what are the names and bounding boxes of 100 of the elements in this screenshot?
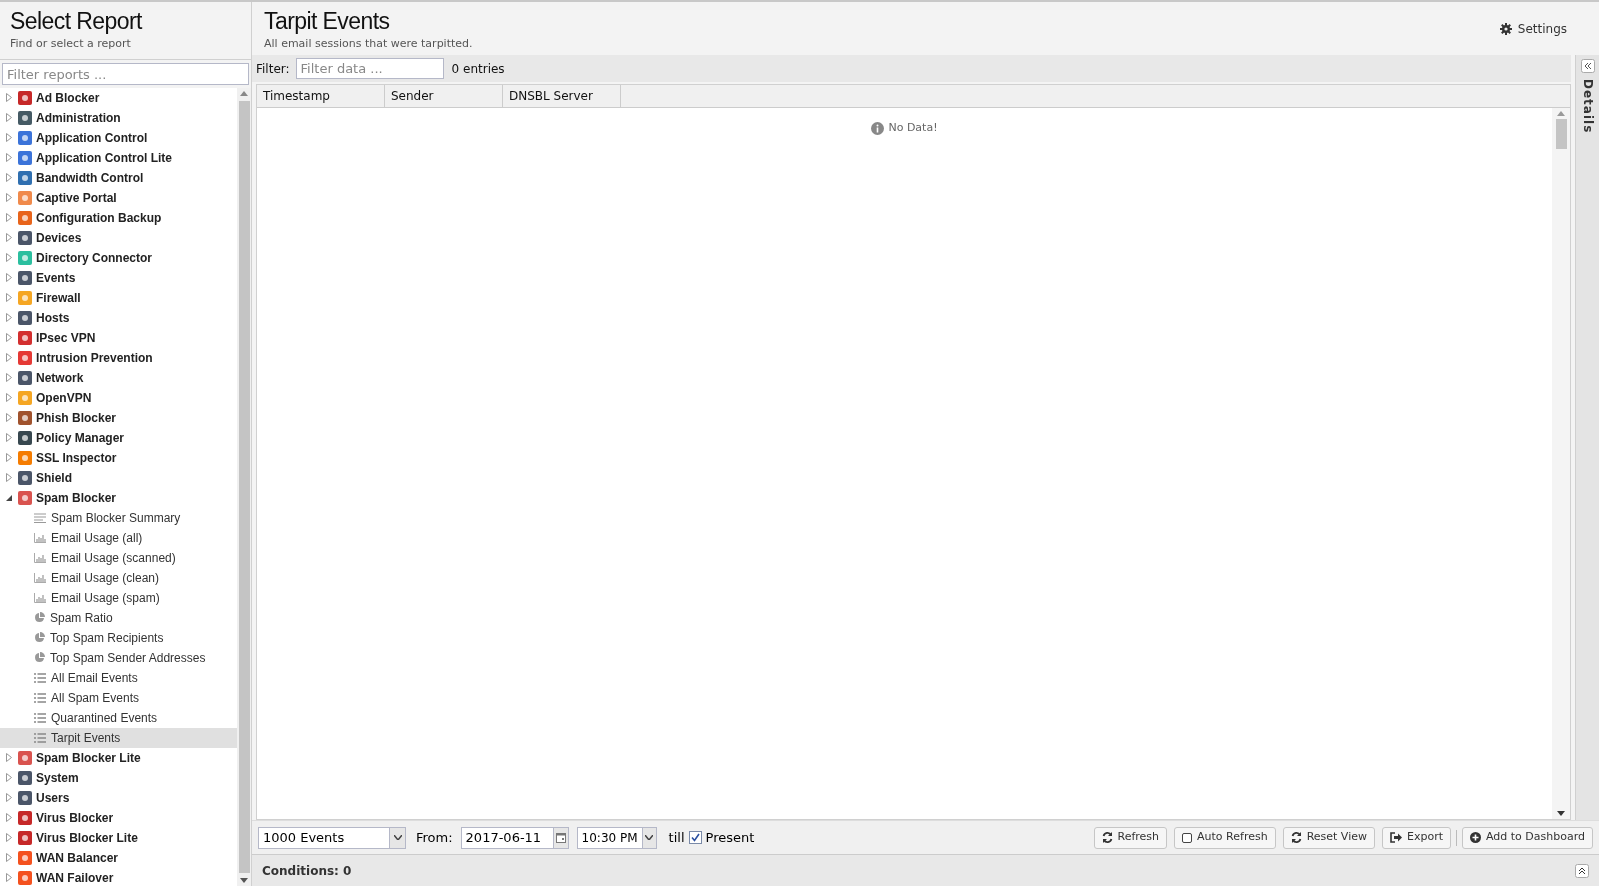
report-category[interactable]: Application Control Lite	[0, 147, 237, 168]
report-category[interactable]: Ad Blocker	[0, 87, 237, 108]
collapsed-caret-icon[interactable]	[6, 353, 12, 362]
collapsed-caret-icon[interactable]	[6, 273, 12, 282]
report-category[interactable]: Bandwidth Control	[0, 167, 237, 188]
collapsed-caret-icon[interactable]	[6, 133, 12, 142]
report-item[interactable]: All Spam Events	[0, 687, 237, 708]
scrollbar[interactable]	[237, 87, 251, 886]
report-category[interactable]: Directory Connector	[0, 247, 237, 268]
report-category[interactable]: Configuration Backup	[0, 207, 237, 228]
expand-icon[interactable]	[1575, 863, 1589, 878]
report-category[interactable]: Devices	[0, 227, 237, 248]
report-item[interactable]: Top Spam Recipients	[0, 627, 237, 648]
scroll-thumb[interactable]	[238, 100, 250, 873]
column-header[interactable]: DNSBL Server	[503, 85, 621, 107]
collapsed-caret-icon[interactable]	[6, 253, 12, 262]
toolbar-button[interactable]: Auto Refresh	[1174, 826, 1276, 849]
collapsed-caret-icon[interactable]	[6, 173, 12, 182]
collapsed-caret-icon[interactable]	[6, 213, 12, 222]
collapsed-caret-icon[interactable]	[6, 753, 12, 762]
collapsed-caret-icon[interactable]	[6, 193, 12, 202]
report-category[interactable]: System	[0, 767, 237, 788]
scroll-down-icon[interactable]	[1557, 811, 1565, 816]
report-item[interactable]: Quarantined Events	[0, 707, 237, 728]
filter-reports-field[interactable]: Filter reports ...	[2, 63, 249, 85]
report-category[interactable]: Users	[0, 787, 237, 808]
report-category[interactable]: Intrusion Prevention	[0, 347, 237, 368]
collapsed-caret-icon[interactable]	[6, 773, 12, 782]
report-item[interactable]: Spam Ratio	[0, 607, 237, 628]
report-item[interactable]: Top Spam Sender Addresses	[0, 647, 237, 668]
collapsed-caret-icon[interactable]	[6, 293, 12, 302]
column-header[interactable]: Timestamp	[257, 85, 385, 107]
collapsed-caret-icon[interactable]	[6, 393, 12, 402]
event-limit-dropdown[interactable]: 1000 Events	[258, 826, 406, 849]
report-category[interactable]: Application Control	[0, 127, 237, 148]
collapsed-caret-icon[interactable]	[6, 153, 12, 162]
report-category[interactable]: WAN Balancer	[0, 847, 237, 868]
time-dropdown[interactable]: 10:30 PM	[576, 826, 657, 849]
report-category[interactable]: Hosts	[0, 307, 237, 328]
report-item[interactable]: Email Usage (clean)	[0, 567, 237, 588]
toolbar-button[interactable]: Export	[1381, 826, 1451, 849]
report-category[interactable]: SSL Inspector	[0, 447, 237, 468]
report-item[interactable]: Email Usage (scanned)	[0, 547, 237, 568]
collapsed-caret-icon[interactable]	[6, 93, 12, 102]
collapsed-caret-icon[interactable]	[6, 833, 12, 842]
report-category[interactable]: Virus Blocker	[0, 807, 237, 828]
toolbar-button[interactable]: Reset View	[1282, 826, 1375, 849]
scroll-up-icon[interactable]	[1557, 111, 1565, 116]
collapsed-caret-icon[interactable]	[6, 873, 12, 882]
scroll-down-icon[interactable]	[240, 878, 248, 883]
column-header[interactable]: Sender	[385, 85, 503, 107]
report-category[interactable]: Phish Blocker	[0, 407, 237, 428]
report-category[interactable]: Administration	[0, 107, 237, 128]
report-category[interactable]: Spam Blocker	[0, 487, 237, 508]
scroll-up-icon[interactable]	[240, 90, 248, 96]
auto-refresh-checkbox[interactable]	[1182, 832, 1193, 843]
report-item[interactable]: Spam Blocker Summary	[0, 507, 237, 528]
scrollbar[interactable]	[1552, 108, 1570, 819]
present-checkbox[interactable]	[688, 831, 702, 844]
collapsed-caret-icon[interactable]	[6, 793, 12, 802]
collapsed-caret-icon[interactable]	[6, 333, 12, 342]
report-category[interactable]: Captive Portal	[0, 187, 237, 208]
collapsed-caret-icon[interactable]	[6, 813, 12, 822]
report-category[interactable]: OpenVPN	[0, 387, 237, 408]
report-category[interactable]: Shield	[0, 467, 237, 488]
collapsed-caret-icon[interactable]	[6, 313, 12, 322]
collapsed-caret-icon[interactable]	[6, 233, 12, 242]
report-category[interactable]: IPsec VPN	[0, 327, 237, 348]
settings-icon	[1499, 23, 1512, 35]
toolbar-button[interactable]: Add to Dashboard	[1462, 826, 1593, 849]
report-category[interactable]: Events	[0, 267, 237, 288]
collapsed-caret-icon[interactable]	[6, 473, 12, 482]
report-item[interactable]: Tarpit Events	[0, 727, 237, 748]
add-icon	[1470, 832, 1481, 843]
collapsed-caret-icon[interactable]	[6, 413, 12, 422]
collapsed-caret-icon[interactable]	[6, 373, 12, 382]
details-panel[interactable]: Details	[1575, 55, 1599, 820]
report-item[interactable]: Email Usage (spam)	[0, 587, 237, 608]
settings-button[interactable]: Settings	[1499, 20, 1567, 38]
report-item[interactable]: All Email Events	[0, 667, 237, 688]
filter-data-field[interactable]: Filter data ...	[295, 58, 444, 79]
toolbar-button[interactable]: Refresh	[1093, 826, 1168, 849]
report-category[interactable]: Spam Blocker Lite	[0, 747, 237, 768]
collapse-icon[interactable]	[1580, 59, 1595, 73]
report-item[interactable]: Email Usage (all)	[0, 527, 237, 548]
collapsed-caret-icon[interactable]	[6, 853, 12, 862]
date-field[interactable]: 2017-06-11	[460, 826, 569, 849]
report-category[interactable]: Firewall	[0, 287, 237, 308]
collapsed-caret-icon[interactable]	[6, 433, 12, 442]
collapsed-caret-icon[interactable]	[6, 453, 12, 462]
report-category[interactable]: WAN Failover	[0, 867, 237, 886]
expanded-caret-icon[interactable]	[6, 494, 12, 501]
pie-chart-icon	[34, 612, 45, 623]
report-category[interactable]: Network	[0, 367, 237, 388]
collapsed-caret-icon[interactable]	[6, 113, 12, 122]
report-category[interactable]: Policy Manager	[0, 427, 237, 448]
calendar-icon[interactable]	[555, 832, 566, 843]
report-subtitle: All email sessions that were tarpitted.	[264, 36, 473, 52]
report-category[interactable]: Virus Blocker Lite	[0, 827, 237, 848]
scroll-thumb[interactable]	[1555, 119, 1567, 149]
